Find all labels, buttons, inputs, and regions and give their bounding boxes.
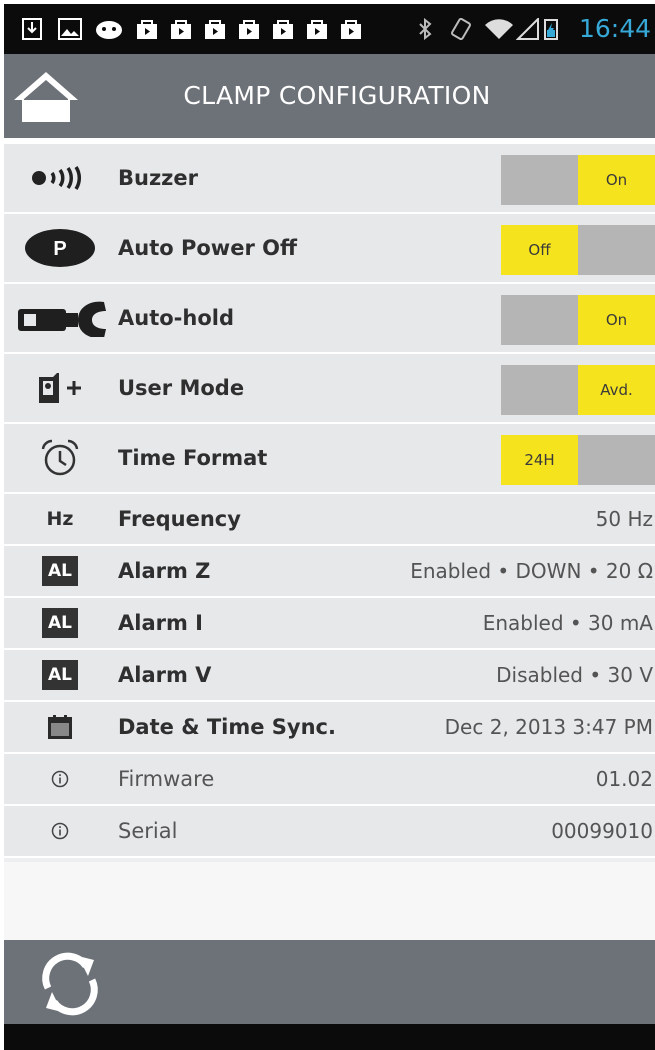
power-badge-icon: P xyxy=(25,229,95,267)
alarm-clock-icon xyxy=(41,439,79,476)
setting-row-time-format: Time Format 24H xyxy=(4,424,655,494)
alarm-badge-icon: AL xyxy=(42,556,78,586)
app-screen: 16:44 CLAMP CONFIGURATION Buzzer On P Au… xyxy=(4,4,655,1050)
bluetooth-icon xyxy=(419,18,432,40)
setting-value: 01.02 xyxy=(595,767,653,791)
alarm-badge-icon: AL xyxy=(42,660,78,690)
clock-time: 16:44 xyxy=(578,14,651,43)
setting-row-auto-power-off: P Auto Power Off Off xyxy=(4,214,655,284)
battery-charging-icon xyxy=(544,19,558,40)
toggle-off-segment[interactable] xyxy=(501,365,578,415)
setting-label: Alarm V xyxy=(118,663,212,687)
toggle-off-segment[interactable] xyxy=(501,155,578,205)
setting-label: User Mode xyxy=(118,376,245,400)
setting-label: Time Format xyxy=(118,446,268,470)
setting-label: Frequency xyxy=(118,507,241,531)
toggle-off-segment[interactable] xyxy=(501,295,578,345)
setting-row-frequency[interactable]: Hz Frequency 50 Hz xyxy=(4,494,655,546)
toggle-on-segment[interactable] xyxy=(578,225,655,275)
setting-row-serial: Serial 00099010 xyxy=(4,806,655,858)
auto-power-off-toggle[interactable]: Off xyxy=(501,225,655,275)
setting-label: Buzzer xyxy=(118,166,199,190)
setting-row-alarm-v[interactable]: AL Alarm V Disabled • 30 V xyxy=(4,650,655,702)
svg-text:P: P xyxy=(53,238,66,260)
auto-hold-toggle[interactable]: On xyxy=(501,295,655,345)
bag-icon xyxy=(273,20,293,39)
toggle-on-segment[interactable]: On xyxy=(578,155,655,205)
setting-row-alarm-i[interactable]: AL Alarm I Enabled • 30 mA xyxy=(4,598,655,650)
speaker-icon xyxy=(32,166,81,190)
setting-row-firmware: Firmware 01.02 xyxy=(4,754,655,806)
page-title: CLAMP CONFIGURATION xyxy=(183,81,491,110)
home-button[interactable] xyxy=(12,70,80,124)
download-icon xyxy=(22,18,42,40)
bag-icon xyxy=(171,20,191,39)
setting-value: Enabled • 30 mA xyxy=(482,611,653,635)
user-mode-icon xyxy=(39,373,81,403)
setting-label: Firmware xyxy=(118,767,215,791)
setting-label: Auto Power Off xyxy=(118,236,297,260)
signal-icon xyxy=(516,18,539,40)
system-nav-bar xyxy=(4,1024,655,1050)
info-icon xyxy=(51,822,69,840)
app-header: CLAMP CONFIGURATION xyxy=(4,54,655,144)
settings-list: Buzzer On P Auto Power Off Off Auto-hold… xyxy=(4,144,655,858)
setting-label: Alarm Z xyxy=(118,559,211,583)
hz-icon: Hz xyxy=(46,508,74,530)
bag-icon xyxy=(137,20,157,39)
rotation-icon xyxy=(451,18,471,40)
empty-area xyxy=(4,862,655,940)
bag-icon xyxy=(341,20,361,39)
refresh-icon xyxy=(42,952,98,1016)
setting-value: Enabled • DOWN • 20 Ω xyxy=(410,559,653,583)
calendar-icon xyxy=(48,715,72,739)
toggle-on-segment[interactable] xyxy=(578,435,655,485)
toggle-on-segment[interactable]: On xyxy=(578,295,655,345)
alarm-badge-icon: AL xyxy=(42,608,78,638)
setting-label: Date & Time Sync. xyxy=(118,715,336,739)
time-format-toggle[interactable]: 24H xyxy=(501,435,655,485)
setting-row-date-time-sync[interactable]: Date & Time Sync. Dec 2, 2013 3:47 PM xyxy=(4,702,655,754)
setting-row-buzzer: Buzzer On xyxy=(4,144,655,214)
user-mode-toggle[interactable]: Avd. xyxy=(501,365,655,415)
setting-label: Serial xyxy=(118,819,178,843)
refresh-button[interactable] xyxy=(34,948,106,1020)
wifi-icon xyxy=(485,19,513,39)
status-bar: 16:44 xyxy=(4,4,655,54)
setting-label: Alarm I xyxy=(118,611,203,635)
clamp-icon xyxy=(18,301,106,337)
toggle-on-segment[interactable]: Avd. xyxy=(578,365,655,415)
bag-icon xyxy=(205,20,225,39)
bag-icon xyxy=(239,20,259,39)
setting-value: Dec 2, 2013 3:47 PM xyxy=(444,715,653,739)
setting-row-alarm-z[interactable]: AL Alarm Z Enabled • DOWN • 20 Ω xyxy=(4,546,655,598)
setting-value: 50 Hz xyxy=(595,507,653,531)
toggle-off-segment[interactable]: Off xyxy=(501,225,578,275)
buzzer-toggle[interactable]: On xyxy=(501,155,655,205)
gallery-icon xyxy=(58,18,82,40)
toggle-off-segment[interactable]: 24H xyxy=(501,435,578,485)
setting-row-user-mode: User Mode Avd. xyxy=(4,354,655,424)
bottom-toolbar xyxy=(4,940,655,1024)
android-icon xyxy=(96,21,122,39)
setting-row-auto-hold: Auto-hold On xyxy=(4,284,655,354)
info-icon xyxy=(51,770,69,788)
setting-label: Auto-hold xyxy=(118,306,234,330)
bag-icon xyxy=(307,20,327,39)
home-icon xyxy=(14,72,78,122)
setting-value: 00099010 xyxy=(551,819,653,843)
setting-value: Disabled • 30 V xyxy=(496,663,653,687)
